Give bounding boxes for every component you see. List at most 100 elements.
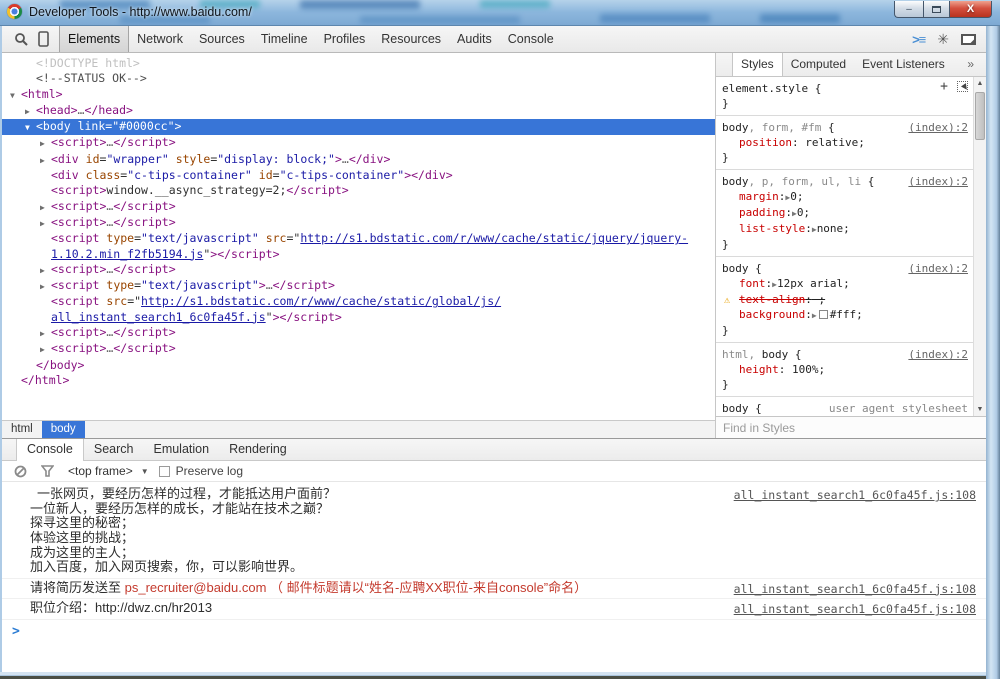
dom-tree-row[interactable]: ▶ <script>…</script> <box>2 341 715 357</box>
tab-network[interactable]: Network <box>129 26 191 52</box>
rule-selector-line[interactable]: body, p, form, ul, li {(index):2 <box>722 174 968 189</box>
close-button[interactable]: X <box>950 1 992 18</box>
dom-tree-row[interactable]: ▶ <script>…</script> <box>2 135 715 151</box>
settings-gear-icon[interactable]: ✳ <box>937 31 949 48</box>
inspect-magnifier-icon[interactable] <box>14 32 29 47</box>
find-in-styles-input[interactable] <box>716 417 986 439</box>
frame-selector-dropdown-icon[interactable]: ▼ <box>141 467 149 476</box>
css-property[interactable]: position: relative; <box>722 135 968 150</box>
collapse-arrow-icon[interactable]: ▼ <box>25 120 36 135</box>
scrollbar-thumb[interactable] <box>975 92 985 140</box>
rule-selector-line[interactable]: body, form, #fm {(index):2 <box>722 120 968 135</box>
console-source-link[interactable]: all_instant_search1_6c0fa45f.js:108 <box>734 602 976 616</box>
expand-arrow-icon[interactable]: ▶ <box>25 104 36 119</box>
dom-tree-row[interactable]: </html> <box>2 373 715 388</box>
sidebar-tab-event-listeners[interactable]: Event Listeners <box>854 53 953 76</box>
rule-selector-line[interactable]: html, body {(index):2 <box>722 347 968 362</box>
drawer-toggle-icon[interactable]: >≡ <box>912 32 926 47</box>
drawer-tab-emulation[interactable]: Emulation <box>143 439 219 460</box>
collapse-arrow-icon[interactable]: ▼ <box>10 88 21 103</box>
tab-resources[interactable]: Resources <box>373 26 449 52</box>
stylesheet-source-link[interactable]: (index):2 <box>908 174 968 189</box>
expand-arrow-icon[interactable]: ▶ <box>40 279 51 294</box>
breadcrumb-item-body[interactable]: body <box>41 421 85 439</box>
stylesheet-source-link[interactable]: (index):2 <box>908 347 968 362</box>
css-property[interactable]: margin:▶0; <box>722 189 968 205</box>
device-mode-icon[interactable] <box>38 31 49 47</box>
css-property[interactable]: height: 100%; <box>722 362 968 377</box>
expand-arrow-icon[interactable]: ▶ <box>40 136 51 151</box>
resource-link[interactable]: 1.10.2.min_f2fb5194.js <box>51 247 203 261</box>
tab-sources[interactable]: Sources <box>191 26 253 52</box>
console-source-link[interactable]: all_instant_search1_6c0fa45f.js:108 <box>734 488 976 502</box>
dom-tree-row[interactable]: ▶ <script>…</script> <box>2 215 715 231</box>
clear-console-icon[interactable] <box>14 465 27 478</box>
console-prompt[interactable]: > <box>2 620 986 640</box>
css-property[interactable]: list-style:▶none; <box>722 221 968 237</box>
tab-profiles[interactable]: Profiles <box>316 26 374 52</box>
breadcrumb-item-html[interactable]: html <box>2 421 42 438</box>
dom-tree-row[interactable]: ▼ <html> <box>2 87 715 103</box>
resource-link[interactable]: all_instant_search1_6c0fa45f.js <box>51 310 266 324</box>
dom-tree-row[interactable]: <script src="http://s1.bdstatic.com/r/ww… <box>2 294 715 309</box>
tab-console[interactable]: Console <box>500 26 562 52</box>
expand-arrow-icon[interactable]: ▶ <box>40 153 51 168</box>
expand-value-icon[interactable]: ▶ <box>792 209 797 218</box>
dom-tree-row[interactable]: all_instant_search1_6c0fa45f.js"></scrip… <box>2 310 715 325</box>
css-property[interactable]: ⚠ text-align: ; <box>722 292 968 307</box>
scrollbar-up-icon[interactable]: ▲ <box>974 80 986 87</box>
resource-link[interactable]: http://s1.bdstatic.com/r/www/cache/stati… <box>300 231 688 245</box>
dom-tree-row[interactable]: ▼ <body link="#0000cc"> <box>2 119 715 136</box>
console-source-link[interactable]: all_instant_search1_6c0fa45f.js:108 <box>734 582 976 596</box>
dock-side-icon[interactable] <box>961 33 976 45</box>
dom-tree-row[interactable]: ▶ <head>…</head> <box>2 103 715 119</box>
tab-timeline[interactable]: Timeline <box>253 26 316 52</box>
expand-arrow-icon[interactable]: ▶ <box>40 216 51 231</box>
minimize-button[interactable]: – <box>894 1 923 18</box>
dom-tree-row[interactable]: 1.10.2.min_f2fb5194.js"></script> <box>2 247 715 262</box>
css-property[interactable]: font:▶12px arial; <box>722 276 968 292</box>
tab-elements[interactable]: Elements <box>59 26 130 52</box>
dom-tree-row[interactable]: <div class="c-tips-container" id="c-tips… <box>2 168 715 183</box>
expand-arrow-icon[interactable]: ▶ <box>40 200 51 215</box>
expand-arrow-icon[interactable]: ▶ <box>40 263 51 278</box>
element-state-icon[interactable] <box>957 81 968 92</box>
css-property[interactable]: padding:▶0; <box>722 205 968 221</box>
expand-value-icon[interactable]: ▶ <box>812 311 817 320</box>
filter-funnel-icon[interactable] <box>41 465 54 478</box>
dom-tree-row[interactable]: <!DOCTYPE html> <box>2 56 715 71</box>
dom-tree-row[interactable]: ▶ <script type="text/javascript">…</scrip… <box>2 278 715 294</box>
rule-selector-line[interactable]: body {(index):2 <box>722 261 968 276</box>
preserve-log-checkbox[interactable] <box>158 465 170 477</box>
scrollbar-down-icon[interactable]: ▼ <box>974 406 986 413</box>
stylesheet-source-link[interactable]: (index):2 <box>908 261 968 276</box>
dom-tree-row[interactable]: <!--STATUS OK--> <box>2 71 715 86</box>
expand-value-icon[interactable]: ▶ <box>772 280 777 289</box>
drawer-tab-console[interactable]: Console <box>16 439 84 462</box>
css-property[interactable]: background:▶ #fff; <box>722 307 968 323</box>
expand-arrow-icon[interactable]: ▶ <box>40 326 51 341</box>
dom-tree-row[interactable]: ▶ <script>…</script> <box>2 199 715 215</box>
sidebar-tabs-overflow-icon[interactable]: » <box>967 53 986 76</box>
resource-link[interactable]: http://s1.bdstatic.com/r/www/cache/stati… <box>141 294 501 308</box>
sidebar-tab-styles[interactable]: Styles <box>732 53 783 76</box>
rule-selector-line[interactable]: element.style {+ <box>722 80 968 96</box>
dom-tree-row[interactable]: <script type="text/javascript" src="http… <box>2 231 715 246</box>
maximize-button[interactable] <box>923 1 950 18</box>
window-titlebar[interactable]: Developer Tools - http://www.baidu.com/ … <box>0 0 1000 26</box>
frame-selector[interactable]: <top frame> <box>68 464 133 478</box>
expand-value-icon[interactable]: ▶ <box>812 225 817 234</box>
dom-tree-row[interactable]: ▶ <script>…</script> <box>2 325 715 341</box>
tab-audits[interactable]: Audits <box>449 26 500 52</box>
expand-value-icon[interactable]: ▶ <box>785 193 790 202</box>
dom-tree-row[interactable]: ▶ <div id="wrapper" style="display: block… <box>2 152 715 168</box>
new-style-rule-icon[interactable]: + <box>940 80 948 93</box>
rule-selector-line[interactable]: body {user agent stylesheet <box>722 401 968 416</box>
drawer-tab-search[interactable]: Search <box>84 439 144 460</box>
sidebar-tab-computed[interactable]: Computed <box>783 53 854 76</box>
dom-tree-row[interactable]: </body> <box>2 358 715 373</box>
color-swatch[interactable] <box>818 310 828 319</box>
stylesheet-source-link[interactable]: (index):2 <box>908 120 968 135</box>
drawer-tab-rendering[interactable]: Rendering <box>219 439 297 460</box>
expand-arrow-icon[interactable]: ▶ <box>40 342 51 357</box>
